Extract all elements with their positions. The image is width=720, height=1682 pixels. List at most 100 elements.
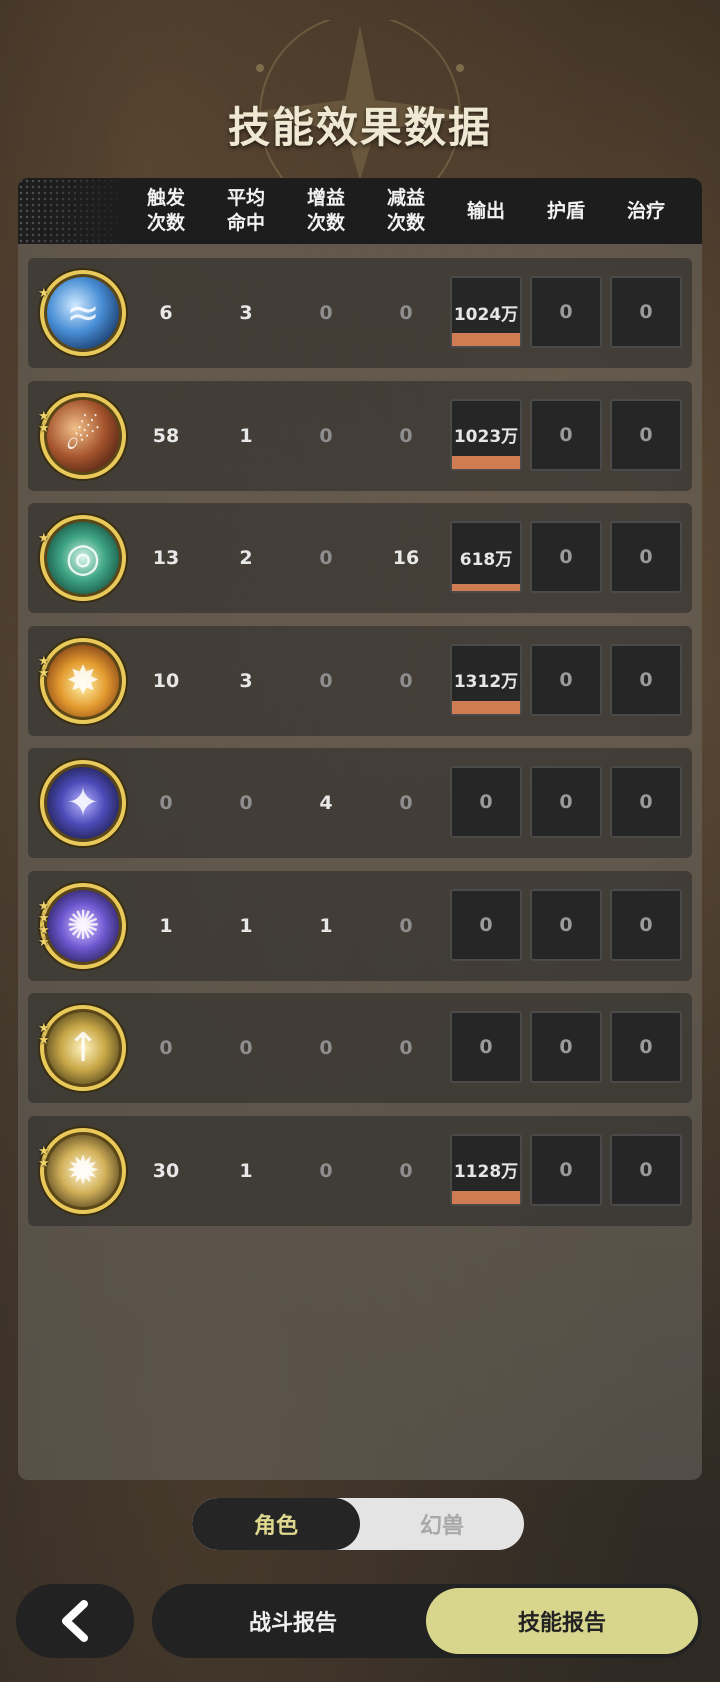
golden-burst-skill-icon[interactable]: ✹ [40, 1127, 126, 1214]
cell-heal-value: 0 [639, 668, 653, 691]
cell-debuff: 0 [399, 1159, 413, 1182]
star-icon: ★ [38, 910, 50, 926]
toggle-character[interactable]: 角色 [192, 1498, 360, 1550]
table-row: ◎ ★ 13 2 0 16 618万 0 0 [28, 503, 692, 613]
cell-shield-value: 0 [559, 423, 573, 446]
skill-stars: ★ ★ [38, 1145, 52, 1171]
table-row: ≈ ★ 6 3 0 0 1024万 0 0 [28, 258, 692, 368]
meteor-skill-icon[interactable]: ☄ [40, 392, 126, 479]
star-icon: ★ [38, 934, 50, 950]
cell-heal-value: 0 [639, 423, 653, 446]
cell-heal-value: 0 [639, 546, 653, 568]
golden-arrow-skill-icon[interactable]: ↑ [40, 1005, 126, 1091]
cell-shield: 0 [530, 276, 602, 348]
page-title: 技能效果数据 [227, 103, 492, 152]
cell-debuff: 0 [399, 1037, 413, 1059]
table-header: 触发 次数 平均 命中 增益 次数 减益 次数 输出 护盾 治疗 [18, 178, 702, 244]
table-row: ↑ ★ ★ 0 0 0 0 0 0 0 [28, 993, 692, 1103]
cell-heal: 0 [610, 398, 682, 471]
cell-debuff: 16 [392, 547, 420, 569]
cell-output-value: 1024万 [453, 304, 519, 325]
table-row: ✹ ★ ★ 30 1 0 0 1128万 0 0 [28, 1115, 692, 1226]
cell-heal: 0 [610, 521, 682, 593]
cell-output: 618万 [450, 521, 522, 593]
star-icon: ★ [38, 898, 50, 914]
tab-battle-report[interactable]: 战斗报告 [152, 1584, 434, 1658]
cell-shield-value: 0 [559, 1158, 573, 1181]
starlight-skill-icon[interactable]: ✦ [40, 760, 126, 846]
role-toggle[interactable]: 角色 幻兽 [192, 1498, 524, 1550]
cell-avg-hit: 1 [239, 1159, 253, 1182]
cell-shield: 0 [530, 1011, 602, 1083]
tab-skill-report[interactable]: 技能报告 [426, 1588, 698, 1654]
cell-shield-value: 0 [559, 668, 573, 691]
cell-output-value: 1128万 [453, 1162, 519, 1182]
water-wave-skill-icon[interactable]: ≈ [40, 270, 126, 356]
cell-shield: 0 [530, 398, 602, 471]
cell-shield: 0 [530, 643, 602, 716]
cell-heal-value: 0 [639, 913, 653, 936]
star-icon: ★ [38, 1155, 50, 1171]
cell-output-value: 1312万 [453, 672, 519, 692]
cell-heal: 0 [610, 643, 682, 716]
star-icon: ★ [38, 922, 50, 938]
table-row: ✸ ★ ★ 10 3 0 0 1312万 0 0 [28, 625, 692, 736]
cell-debuff: 0 [399, 792, 413, 814]
arcane-clock-skill-icon[interactable]: ✺ [40, 882, 126, 969]
explosion-skill-icon[interactable]: ✸ [40, 637, 126, 724]
col-output: 输出 [466, 199, 505, 222]
skill-stars: ★ ★ [38, 653, 52, 681]
output-bar [452, 584, 520, 591]
cell-trigger: 0 [159, 1037, 173, 1059]
cell-heal: 0 [610, 766, 682, 838]
cell-avg-hit: 3 [239, 302, 253, 324]
cell-shield-value: 0 [559, 791, 573, 813]
output-bar [452, 1190, 520, 1204]
back-button[interactable] [16, 1584, 134, 1658]
star-icon: ★ [38, 286, 50, 301]
cell-avg-hit: 2 [239, 547, 253, 569]
skill-stars: ★ ★ [38, 408, 52, 436]
star-icon: ★ [38, 408, 50, 424]
chevron-left-icon [62, 1600, 88, 1642]
cell-output: 1312万 [450, 643, 522, 716]
cell-buff: 0 [319, 424, 333, 447]
cell-avg-hit: 1 [239, 424, 253, 447]
cell-debuff: 0 [399, 424, 413, 447]
cell-shield-value: 0 [559, 913, 573, 936]
cell-heal-value: 0 [639, 1158, 653, 1181]
cell-output: 0 [450, 888, 522, 961]
cell-buff: 0 [319, 669, 333, 692]
cell-trigger: 10 [152, 669, 180, 692]
cell-shield: 0 [530, 888, 602, 961]
cell-trigger: 6 [159, 302, 173, 324]
star-icon: ★ [38, 420, 50, 436]
cell-heal-value: 0 [639, 1036, 653, 1058]
cell-buff: 4 [319, 792, 333, 814]
cell-trigger: 13 [152, 547, 180, 569]
cell-shield-value: 0 [559, 546, 573, 568]
cell-output: 1023万 [450, 398, 522, 471]
cell-shield-value: 0 [559, 1036, 573, 1058]
cell-heal: 0 [610, 1133, 682, 1206]
cell-heal-value: 0 [639, 301, 653, 323]
cell-avg-hit: 3 [239, 669, 253, 692]
cell-shield: 0 [530, 521, 602, 593]
skill-stars: ★ [38, 532, 52, 545]
cell-debuff: 0 [399, 302, 413, 324]
table-row: ✦ 0 0 4 0 0 0 0 [28, 748, 692, 858]
cell-output: 1128万 [450, 1133, 522, 1206]
col-buff-count: 增益 次数 [306, 187, 345, 234]
cell-trigger: 58 [152, 424, 180, 447]
skill-stars: ★ ★ ★ ★ [38, 898, 52, 950]
star-icon: ★ [38, 665, 50, 681]
header-pattern [18, 178, 128, 244]
star-icon: ★ [38, 653, 50, 669]
skill-stars: ★ ★ [38, 1022, 52, 1047]
cell-shield: 0 [530, 766, 602, 838]
cell-output: 1024万 [450, 276, 522, 348]
toggle-beast[interactable]: 幻兽 [360, 1498, 524, 1550]
cell-output-value: 0 [479, 1036, 493, 1058]
wind-vortex-skill-icon[interactable]: ◎ [40, 515, 126, 601]
cell-buff: 0 [319, 1159, 333, 1182]
